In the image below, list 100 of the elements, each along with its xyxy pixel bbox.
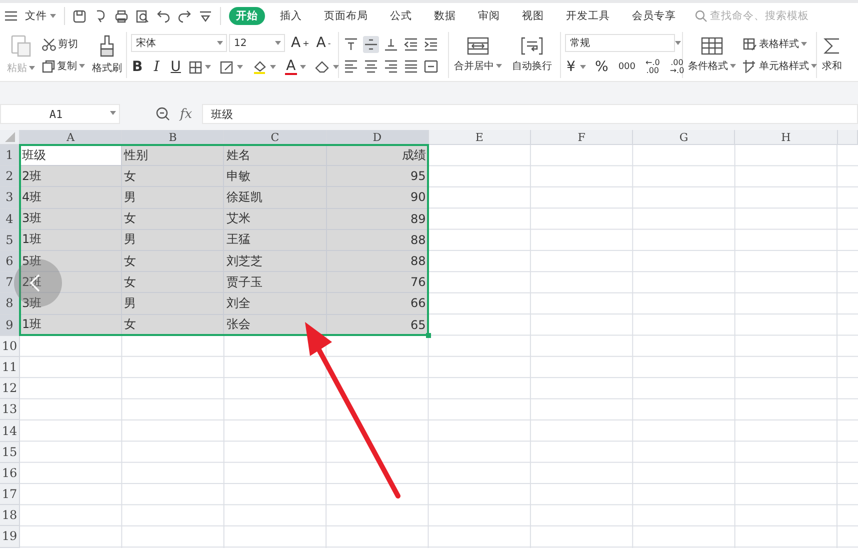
redo-icon[interactable] xyxy=(178,10,191,22)
increase-decimal-button[interactable]: ←.0 .00 xyxy=(644,58,661,76)
row-header[interactable]: 10 xyxy=(0,336,20,357)
caret-icon[interactable] xyxy=(332,65,339,69)
sum-button[interactable]: 求和 xyxy=(821,36,843,74)
align-button[interactable] xyxy=(363,58,379,74)
column-header[interactable]: A xyxy=(20,130,122,145)
row-header[interactable]: 4 xyxy=(0,208,20,230)
align-button[interactable] xyxy=(423,58,439,74)
align-button[interactable] xyxy=(343,58,359,74)
zoom-icon[interactable] xyxy=(156,107,170,121)
align-button[interactable] xyxy=(383,58,399,74)
caret-icon[interactable] xyxy=(496,64,502,68)
menu-icon[interactable] xyxy=(5,11,17,21)
align-button[interactable] xyxy=(423,36,439,52)
column-header[interactable]: E xyxy=(428,130,531,145)
caret-icon[interactable] xyxy=(110,111,116,115)
fill-color-icon[interactable] xyxy=(252,60,267,74)
number-format-field[interactable]: 常规 xyxy=(565,34,675,52)
caret-icon[interactable] xyxy=(580,65,586,69)
row-header[interactable]: 15 xyxy=(0,442,20,463)
bold-button[interactable]: B xyxy=(131,58,144,76)
caret-icon[interactable] xyxy=(217,41,223,45)
underline-button[interactable]: U xyxy=(170,58,182,76)
column-header[interactable]: H xyxy=(735,130,838,145)
cell-style-button[interactable]: 单元格样式 xyxy=(742,58,818,74)
conditional-format-button[interactable]: 条件格式 xyxy=(687,36,737,74)
row-header[interactable]: 7 xyxy=(0,272,20,294)
eraser-icon[interactable] xyxy=(314,61,330,73)
row-header[interactable]: 18 xyxy=(0,505,20,526)
caret-icon[interactable] xyxy=(50,14,56,18)
thousands-button[interactable]: 000 xyxy=(617,61,636,73)
row-header[interactable]: 11 xyxy=(0,356,20,378)
row-header[interactable]: 3 xyxy=(0,187,20,209)
name-box[interactable]: A1 xyxy=(0,104,120,124)
grow-font-button[interactable]: A$^{+}$ xyxy=(290,34,310,52)
caret-icon[interactable] xyxy=(270,65,276,69)
row-header[interactable]: 9 xyxy=(0,314,20,336)
row-header[interactable]: 5 xyxy=(0,230,20,251)
ribbon-tab[interactable]: 数据 xyxy=(427,7,463,25)
copy-button[interactable]: 复制 xyxy=(41,58,86,74)
wrap-text-button[interactable]: 自动换行 xyxy=(511,36,553,74)
row-header[interactable]: 13 xyxy=(0,399,20,420)
currency-button[interactable]: ¥ xyxy=(565,58,577,76)
formula-field[interactable]: 班级 xyxy=(202,104,858,124)
align-button[interactable] xyxy=(343,36,359,52)
table-style-button[interactable]: 表格样式 xyxy=(742,36,818,52)
caret-icon[interactable] xyxy=(275,41,281,45)
shrink-font-button[interactable]: A$^{-}$ xyxy=(315,34,332,52)
search-field[interactable]: 查找命令、搜索模板 xyxy=(710,10,822,22)
row-header[interactable]: 16 xyxy=(0,462,20,484)
format-painter-button[interactable]: 格式刷 xyxy=(91,34,123,76)
align-button[interactable] xyxy=(403,36,419,52)
caret-icon[interactable] xyxy=(204,65,211,69)
ribbon-tab[interactable]: 公式 xyxy=(383,7,419,25)
ribbon-tab[interactable]: 会员专享 xyxy=(625,7,683,25)
italic-button[interactable]: I xyxy=(150,58,163,76)
function-label[interactable]: fx xyxy=(180,106,192,122)
row-header[interactable]: 17 xyxy=(0,484,20,506)
print-preview-icon[interactable] xyxy=(136,10,149,22)
print-icon[interactable] xyxy=(115,10,128,22)
row-header[interactable]: 12 xyxy=(0,378,20,400)
caret-icon[interactable] xyxy=(79,64,85,68)
align-button[interactable] xyxy=(403,58,419,74)
ribbon-tab[interactable]: 插入 xyxy=(273,7,309,25)
column-header[interactable]: D xyxy=(326,130,429,145)
column-header[interactable]: G xyxy=(633,130,736,145)
caret-icon[interactable] xyxy=(730,64,736,68)
caret-icon[interactable] xyxy=(801,42,807,46)
row-header[interactable]: 8 xyxy=(0,293,20,314)
percent-button[interactable]: % xyxy=(594,58,610,76)
border-icon[interactable] xyxy=(188,60,202,74)
row-header[interactable]: 6 xyxy=(0,250,20,272)
caret-icon[interactable] xyxy=(675,41,682,45)
row-header[interactable]: 2 xyxy=(0,166,20,188)
caret-icon[interactable] xyxy=(300,65,306,69)
more-icon[interactable] xyxy=(199,10,212,22)
column-header[interactable]: C xyxy=(224,130,327,145)
cut-button[interactable]: 剪切 xyxy=(41,36,86,52)
save-icon[interactable] xyxy=(73,10,86,22)
ribbon-tab[interactable]: 开发工具 xyxy=(559,7,617,25)
merge-center-button[interactable]: 合并居中 xyxy=(453,36,503,74)
undo-icon[interactable] xyxy=(157,10,170,22)
align-button[interactable] xyxy=(363,36,379,52)
font-field[interactable]: 宋体 xyxy=(131,34,227,52)
row-header[interactable]: 14 xyxy=(0,420,20,442)
ribbon-tab[interactable]: 视图 xyxy=(515,7,551,25)
font-color-button[interactable]: A xyxy=(284,60,297,74)
decrease-decimal-button[interactable]: .00 →.0 xyxy=(668,58,686,76)
fill-type-icon[interactable] xyxy=(220,60,234,74)
row-header[interactable]: 1 xyxy=(0,145,20,166)
font-size-field[interactable]: 12 xyxy=(229,34,285,52)
ribbon-tab[interactable]: 审阅 xyxy=(471,7,507,25)
column-header[interactable]: F xyxy=(530,130,634,145)
caret-icon[interactable] xyxy=(236,65,243,69)
file-menu[interactable]: 文件 xyxy=(25,9,56,23)
caret-icon[interactable] xyxy=(811,64,817,68)
column-header[interactable]: B xyxy=(122,130,224,145)
row-header[interactable]: 19 xyxy=(0,526,20,548)
ribbon-tab[interactable]: 页面布局 xyxy=(317,7,375,25)
